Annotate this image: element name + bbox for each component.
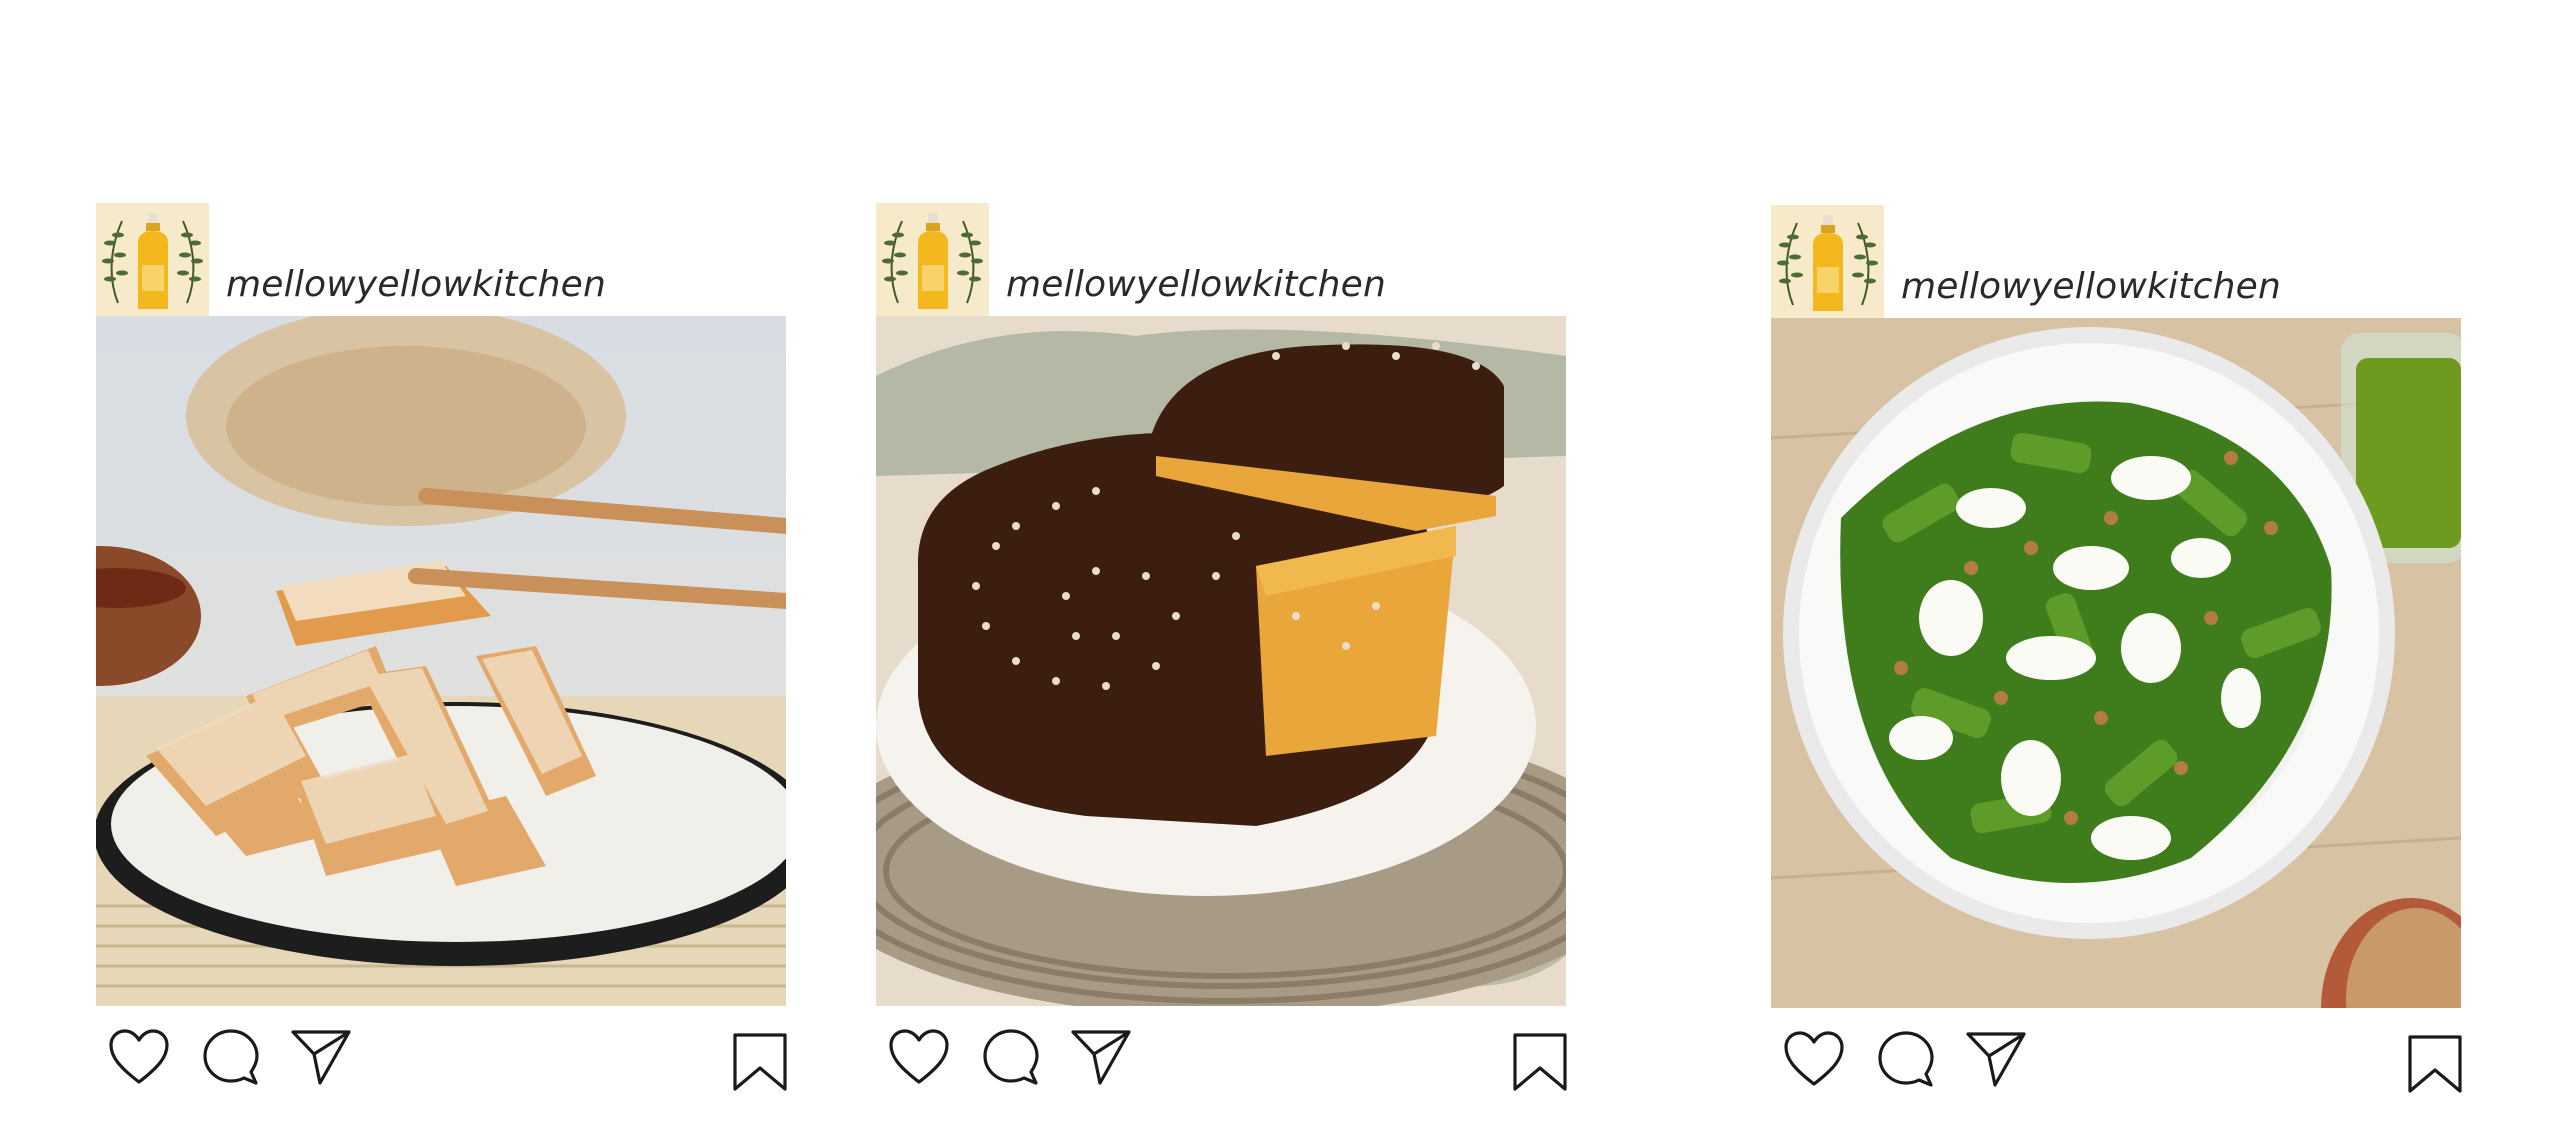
send-icon[interactable] xyxy=(1070,1028,1132,1090)
send-icon[interactable] xyxy=(1965,1030,2027,1092)
send-icon[interactable] xyxy=(290,1028,352,1090)
username[interactable]: mellowyellowkitchen xyxy=(226,264,606,305)
post-header: mellowyellowkitchen xyxy=(876,203,1566,316)
heart-icon[interactable] xyxy=(888,1028,950,1090)
post-image[interactable] xyxy=(96,316,786,1006)
action-bar xyxy=(876,1006,1568,1096)
bookmark-icon[interactable] xyxy=(1512,1032,1568,1096)
avatar[interactable] xyxy=(96,203,209,316)
post-card: mellowyellowkitchen xyxy=(876,203,1568,1096)
post-image[interactable] xyxy=(1771,318,2461,1008)
comment-icon[interactable] xyxy=(202,1028,260,1090)
bookmark-icon[interactable] xyxy=(732,1032,788,1096)
post-image[interactable] xyxy=(876,316,1566,1006)
post-card: mellowyellowkitchen xyxy=(1771,205,2463,1098)
heart-icon[interactable] xyxy=(1783,1030,1845,1092)
username[interactable]: mellowyellowkitchen xyxy=(1901,266,2281,307)
avatar[interactable] xyxy=(1771,205,1884,318)
post-header: mellowyellowkitchen xyxy=(96,203,786,316)
bookmark-icon[interactable] xyxy=(2407,1034,2463,1098)
post-card: mellowyellowkitchen xyxy=(96,203,788,1096)
post-header: mellowyellowkitchen xyxy=(1771,205,2461,318)
heart-icon[interactable] xyxy=(108,1028,170,1090)
avatar[interactable] xyxy=(876,203,989,316)
comment-icon[interactable] xyxy=(1877,1030,1935,1092)
comment-icon[interactable] xyxy=(982,1028,1040,1090)
action-bar xyxy=(96,1006,788,1096)
action-bar xyxy=(1771,1008,2463,1098)
username[interactable]: mellowyellowkitchen xyxy=(1006,264,1386,305)
